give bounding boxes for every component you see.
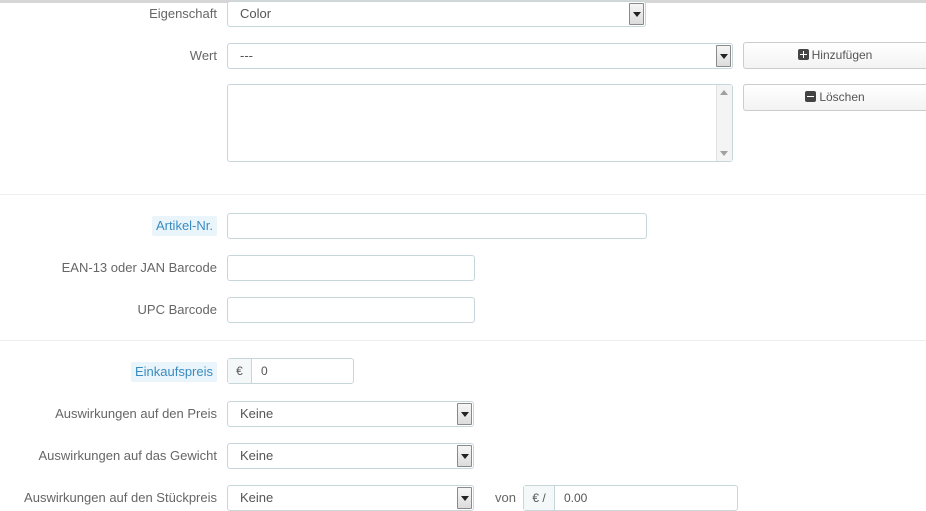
currency-addon: € bbox=[228, 359, 252, 383]
chevron-down-icon[interactable] bbox=[457, 487, 472, 509]
wholesale-price-input[interactable]: 0 bbox=[261, 359, 268, 383]
ean13-input[interactable] bbox=[227, 255, 475, 281]
upc-label: UPC Barcode bbox=[137, 302, 217, 317]
unit-price-group[interactable]: € / 0.00 bbox=[523, 485, 738, 511]
add-button-label: Hinzufügen bbox=[811, 48, 873, 62]
impact-weight-select[interactable]: Keine bbox=[227, 443, 474, 469]
unit-price-input[interactable]: 0.00 bbox=[564, 486, 587, 510]
section-divider bbox=[0, 194, 926, 195]
chevron-down-icon[interactable] bbox=[629, 3, 644, 25]
section-divider bbox=[0, 340, 926, 341]
delete-button-label: Löschen bbox=[819, 90, 865, 104]
upc-input[interactable] bbox=[227, 297, 475, 323]
chevron-down-icon[interactable] bbox=[716, 45, 731, 67]
unit-currency-addon: € / bbox=[524, 486, 555, 510]
scroll-down-icon[interactable] bbox=[720, 151, 728, 156]
chevron-down-icon[interactable] bbox=[457, 445, 472, 467]
impact-unit-price-label: Auswirkungen auf den Stückpreis bbox=[24, 490, 217, 505]
impact-weight-value: Keine bbox=[240, 448, 274, 463]
scroll-up-icon[interactable] bbox=[720, 90, 728, 95]
combination-listbox[interactable] bbox=[227, 84, 733, 162]
ean13-label: EAN-13 oder JAN Barcode bbox=[61, 260, 217, 275]
plus-icon bbox=[797, 49, 809, 60]
value-select-value: --- bbox=[240, 48, 253, 63]
reference-label: Artikel-Nr. bbox=[151, 216, 217, 236]
impact-price-label: Auswirkungen auf den Preis bbox=[55, 406, 217, 421]
listbox-scrollbar[interactable] bbox=[716, 85, 732, 161]
unit-price-of-label: von bbox=[495, 490, 516, 505]
reference-input[interactable] bbox=[227, 213, 647, 239]
wholesale-price-group[interactable]: € 0 bbox=[227, 358, 354, 384]
impact-unit-price-value: Keine bbox=[240, 490, 274, 505]
minus-icon bbox=[805, 91, 817, 102]
attribute-select-value: Color bbox=[240, 6, 272, 21]
wholesale-price-label: Einkaufspreis bbox=[130, 362, 217, 382]
impact-price-select[interactable]: Keine bbox=[227, 401, 474, 427]
chevron-down-icon[interactable] bbox=[457, 403, 472, 425]
impact-weight-label: Auswirkungen auf das Gewicht bbox=[38, 448, 217, 463]
attribute-label: Eigenschaft bbox=[149, 6, 217, 21]
add-button[interactable]: Hinzufügen bbox=[743, 42, 926, 69]
impact-unit-price-select[interactable]: Keine bbox=[227, 485, 474, 511]
value-select[interactable]: --- bbox=[227, 43, 733, 69]
value-label: Wert bbox=[189, 48, 217, 63]
attribute-select[interactable]: Color bbox=[227, 1, 646, 27]
delete-button[interactable]: Löschen bbox=[743, 84, 926, 111]
impact-price-value: Keine bbox=[240, 406, 274, 421]
